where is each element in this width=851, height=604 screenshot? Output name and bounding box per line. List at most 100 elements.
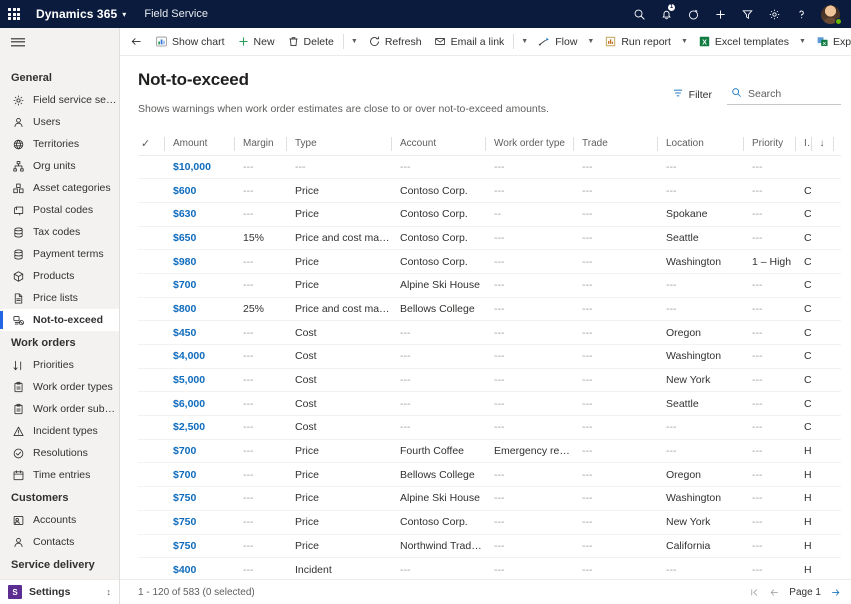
record-link-amount[interactable]: $400 bbox=[173, 564, 196, 576]
table-row[interactable]: $400---Incident---------------HVAC repai… bbox=[138, 557, 841, 579]
assistant-target-icon[interactable] bbox=[680, 0, 707, 28]
area-switcher-settings[interactable]: S Settings ↕ bbox=[0, 579, 119, 604]
record-link-amount[interactable]: $750 bbox=[173, 492, 196, 504]
table-row[interactable]: $450---Cost---------Oregon---Coolant cha… bbox=[138, 320, 841, 345]
table-row[interactable]: $650 15% Price and cost mar… Contoso Corp. -… bbox=[138, 226, 841, 251]
row-select-checkbox[interactable] bbox=[138, 202, 164, 227]
sidebar-item-incident-types[interactable]: Incident types bbox=[0, 420, 119, 442]
record-link-amount[interactable]: $600 bbox=[173, 185, 196, 197]
help-question-icon[interactable] bbox=[788, 0, 815, 28]
refresh-button[interactable]: Refresh bbox=[362, 30, 428, 54]
row-select-checkbox[interactable] bbox=[138, 249, 164, 274]
table-row[interactable]: $2,500---Cost---------------Coolant chan… bbox=[138, 415, 841, 440]
row-select-checkbox[interactable] bbox=[138, 344, 164, 369]
record-link-amount[interactable]: $700 bbox=[173, 279, 196, 291]
previous-page-icon[interactable] bbox=[769, 587, 780, 598]
table-row[interactable]: $10,000 --- --- --- --- --- --- --- bbox=[138, 155, 841, 180]
table-row[interactable]: $750 --- Price Alpine Ski House --- --- Washin… bbox=[138, 486, 841, 511]
record-link-amount[interactable]: $6,000 bbox=[173, 398, 205, 410]
column-header-type[interactable]: Type bbox=[286, 133, 391, 156]
column-header-priority[interactable]: Priority bbox=[743, 133, 795, 156]
select-all-header[interactable]: ✓ bbox=[138, 133, 164, 156]
filter-button[interactable]: Filter bbox=[667, 84, 717, 105]
sidebar-item-asset-categories[interactable]: Asset categories bbox=[0, 177, 119, 199]
excel-templates-button[interactable]: X Excel templates bbox=[692, 30, 795, 54]
row-select-checkbox[interactable] bbox=[138, 439, 164, 464]
delete-button[interactable]: Delete bbox=[281, 30, 340, 54]
chevron-down-icon[interactable]: ▼ bbox=[347, 30, 362, 54]
flow-button[interactable]: Flow bbox=[532, 30, 583, 54]
sidebar-item-work-order-types[interactable]: Work order types bbox=[0, 376, 119, 398]
back-arrow-icon[interactable] bbox=[130, 30, 143, 54]
run-report-button[interactable]: Run report bbox=[598, 30, 677, 54]
row-select-checkbox[interactable] bbox=[138, 297, 164, 322]
new-button[interactable]: New bbox=[231, 30, 281, 54]
record-link-amount[interactable]: $750 bbox=[173, 516, 196, 528]
table-row[interactable]: $750 --- Price Contoso Corp. --- --- New York -… bbox=[138, 510, 841, 535]
record-link-amount[interactable]: $450 bbox=[173, 327, 196, 339]
sidebar-item-postal-codes[interactable]: Postal codes bbox=[0, 199, 119, 221]
sort-indicator-icon[interactable]: ↓ bbox=[811, 133, 833, 156]
record-link-amount[interactable]: $5,000 bbox=[173, 374, 205, 386]
row-select-checkbox[interactable] bbox=[138, 320, 164, 345]
first-page-icon[interactable] bbox=[749, 587, 760, 598]
record-link-amount[interactable]: $2,500 bbox=[173, 421, 205, 433]
record-link-amount[interactable]: $700 bbox=[173, 469, 196, 481]
sidebar-item-field-service-settings[interactable]: Field service settings bbox=[0, 89, 119, 111]
app-name-field-service[interactable]: Field Service bbox=[144, 8, 208, 20]
table-row[interactable]: $600---PriceContoso Corp.------------Coo… bbox=[138, 178, 841, 203]
record-link-amount[interactable]: $750 bbox=[173, 540, 196, 552]
column-header-account[interactable]: Account bbox=[391, 133, 485, 156]
email-a-link-button[interactable]: Email a link bbox=[428, 30, 511, 54]
row-select-checkbox[interactable] bbox=[138, 415, 164, 440]
row-select-checkbox[interactable] bbox=[138, 462, 164, 488]
column-header-work-order-type[interactable]: Work order type bbox=[485, 133, 573, 156]
search-box[interactable] bbox=[727, 85, 841, 105]
column-header-trade[interactable]: Trade bbox=[573, 133, 657, 156]
next-page-icon[interactable] bbox=[830, 587, 841, 598]
record-link-amount[interactable]: $650 bbox=[173, 232, 196, 244]
record-link-amount[interactable]: $800 bbox=[173, 303, 196, 315]
sidebar-item-territories[interactable]: Territories bbox=[0, 133, 119, 155]
table-row[interactable]: $6,000---Cost---------Seattle---Coolant … bbox=[138, 391, 841, 417]
sidebar-item-work-order-substatu[interactable]: Work order substatu… bbox=[0, 398, 119, 420]
table-row[interactable]: $800 25% Price and cost mar… Bellows Colleg… bbox=[138, 297, 841, 322]
sidebar-item-priorities[interactable]: Priorities bbox=[0, 354, 119, 376]
sidebar-item-tax-codes[interactable]: Tax codes bbox=[0, 221, 119, 243]
settings-gear-icon[interactable] bbox=[761, 0, 788, 28]
row-select-checkbox[interactable] bbox=[138, 486, 164, 511]
hamburger-menu-icon[interactable] bbox=[0, 28, 119, 56]
sidebar-item-price-lists[interactable]: Price lists bbox=[0, 287, 119, 309]
row-select-checkbox[interactable] bbox=[138, 155, 164, 180]
table-row[interactable]: $700 --- Price Bellows College --- --- Oregon -… bbox=[138, 462, 841, 488]
notifications-bell-icon[interactable]: 1 bbox=[653, 0, 680, 28]
sidebar-item-time-entries[interactable]: Time entries bbox=[0, 464, 119, 486]
column-header-margin[interactable]: Margin bbox=[234, 133, 286, 156]
record-link-amount[interactable]: $980 bbox=[173, 256, 196, 268]
row-select-checkbox[interactable] bbox=[138, 368, 164, 393]
chevron-down-icon[interactable]: ▼ bbox=[517, 30, 532, 54]
sidebar-item-org-units[interactable]: Org units bbox=[0, 155, 119, 177]
sidebar-item-products[interactable]: Products bbox=[0, 265, 119, 287]
record-link-amount[interactable]: $630 bbox=[173, 208, 196, 220]
column-header-incident-type[interactable]: Incident type bbox=[795, 133, 811, 156]
sidebar-item-payment-terms[interactable]: Payment terms bbox=[0, 243, 119, 265]
row-select-checkbox[interactable] bbox=[138, 510, 164, 535]
advanced-find-filter-icon[interactable] bbox=[734, 0, 761, 28]
chevron-down-icon[interactable]: ▼ bbox=[795, 30, 810, 54]
sidebar-item-contacts[interactable]: Contacts bbox=[0, 531, 119, 553]
avatar[interactable] bbox=[815, 0, 845, 28]
sidebar-item-accounts[interactable]: Accounts bbox=[0, 509, 119, 531]
column-header-location[interactable]: Location bbox=[657, 133, 743, 156]
sidebar-item-users[interactable]: Users bbox=[0, 111, 119, 133]
table-row[interactable]: $700 --- Price Fourth Coffee Emergency repai… bbox=[138, 439, 841, 464]
show-chart-button[interactable]: Show chart bbox=[149, 30, 231, 54]
table-row[interactable]: $980 --- Price Contoso Corp. --- --- Washingto… bbox=[138, 249, 841, 274]
row-select-checkbox[interactable] bbox=[138, 391, 164, 417]
search-input[interactable] bbox=[748, 87, 836, 100]
column-header-amount[interactable]: Amount bbox=[164, 133, 234, 156]
record-link-amount[interactable]: $10,000 bbox=[173, 161, 211, 173]
row-select-checkbox[interactable] bbox=[138, 557, 164, 579]
table-row[interactable]: $750 --- Price Northwind Traders --- --- Calif… bbox=[138, 534, 841, 559]
app-launcher-icon[interactable] bbox=[0, 0, 28, 28]
